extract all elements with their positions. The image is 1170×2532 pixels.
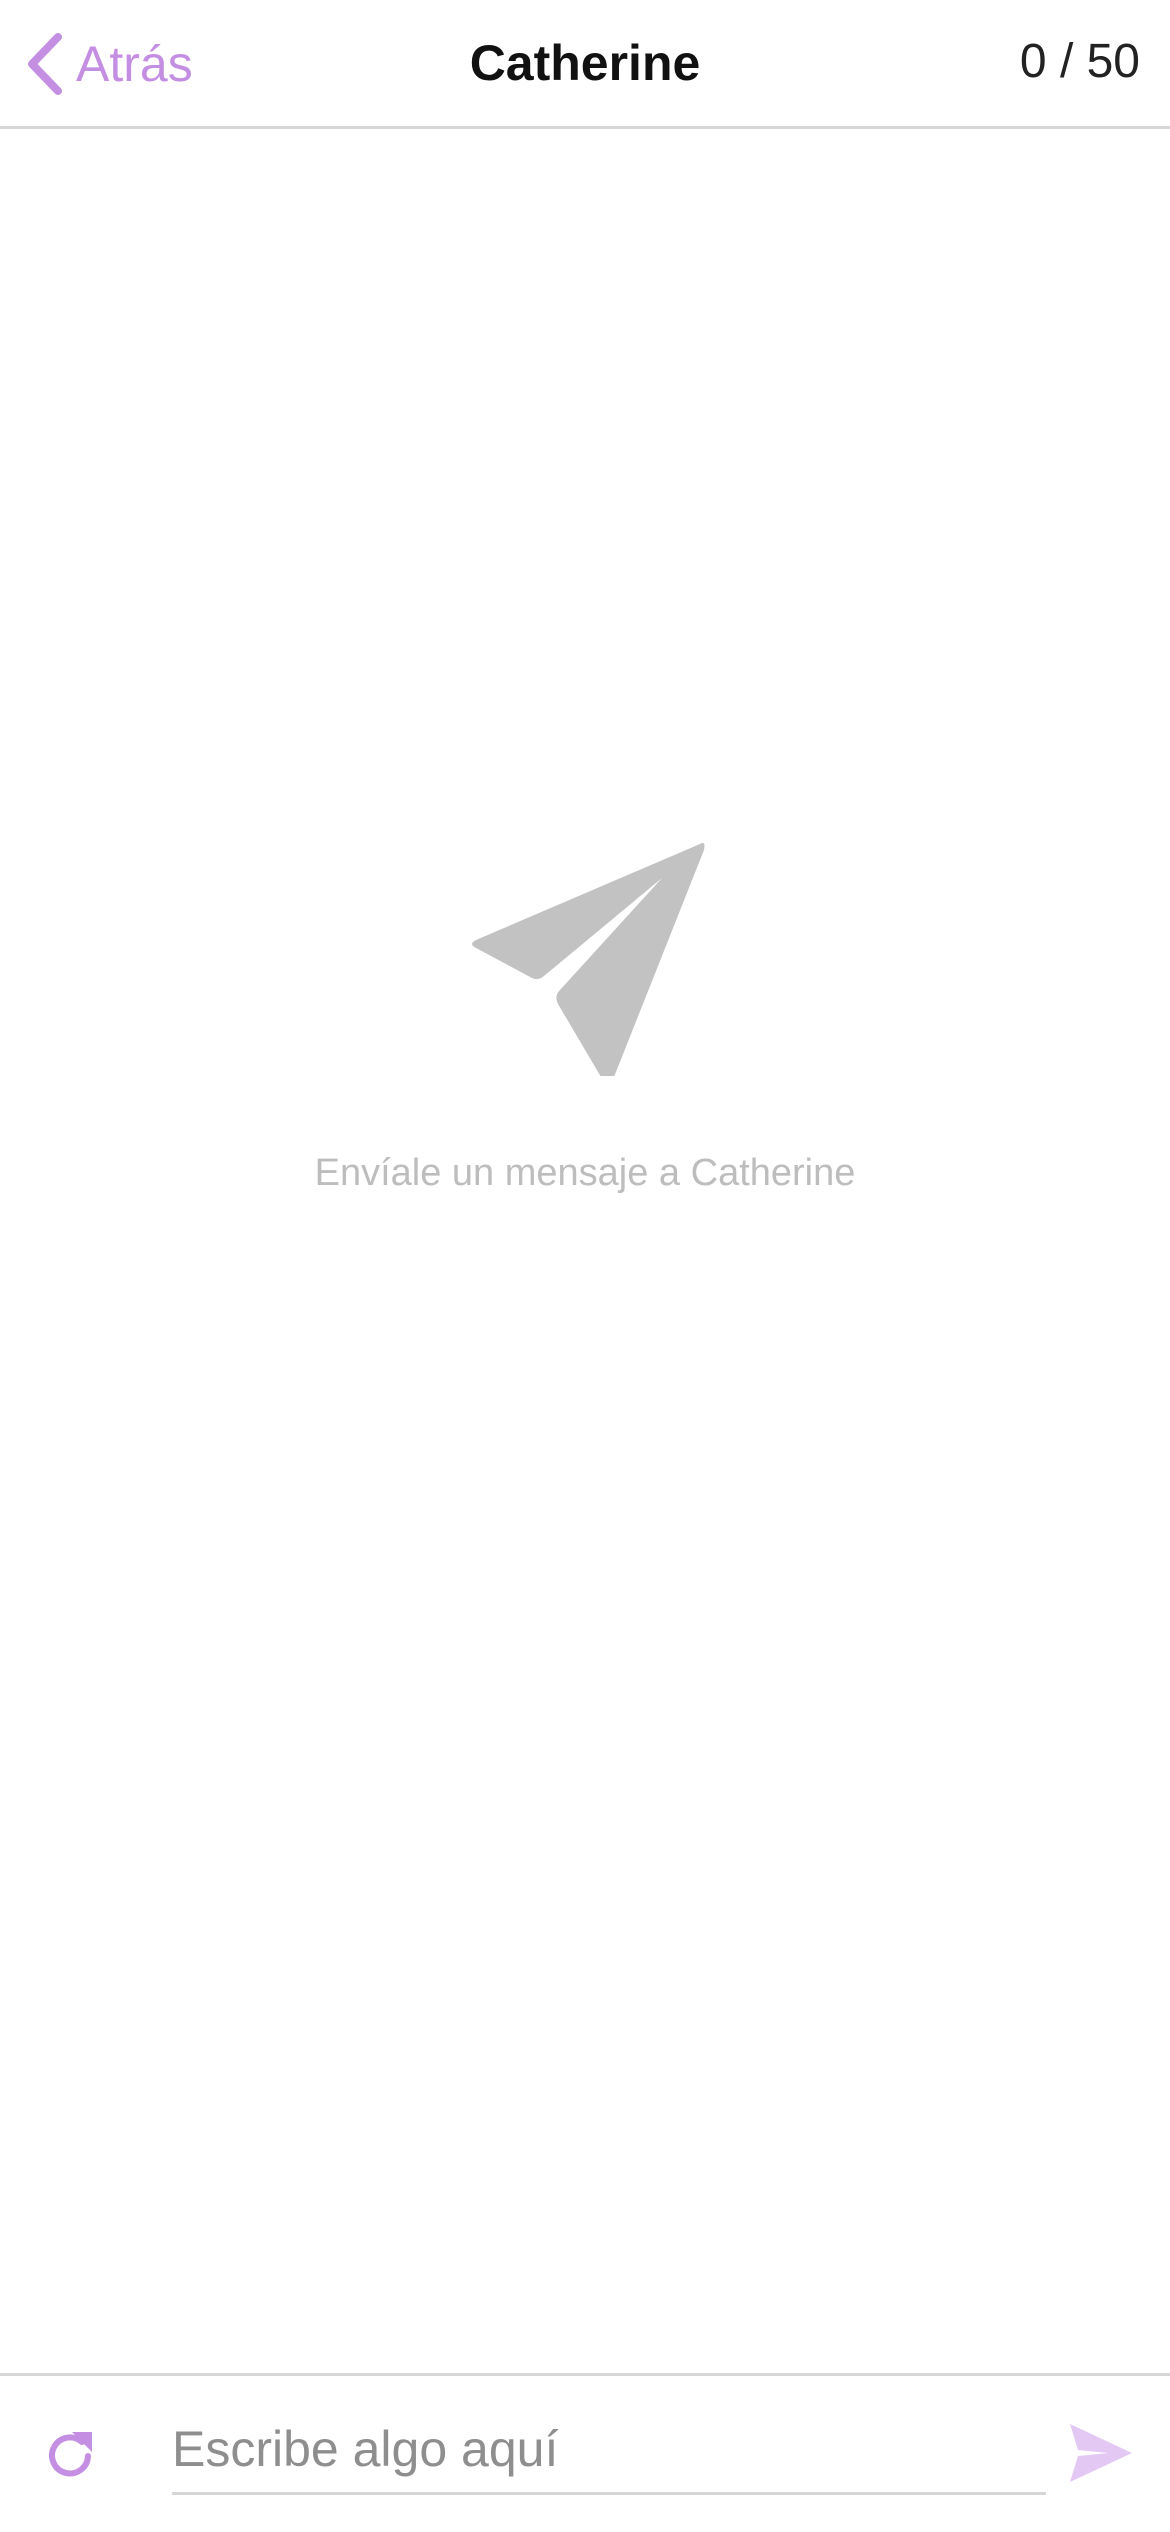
message-input[interactable] [172,2406,1046,2495]
page-title: Catherine [469,35,701,91]
paper-plane-icon [472,842,705,1076]
message-composer [0,2373,1170,2532]
message-counter: 0 / 50 [1019,35,1140,88]
send-icon[interactable] [1068,2418,1134,2488]
refresh-icon[interactable] [40,2426,100,2486]
nav-header: Atrás Catherine 0 / 50 [0,0,1170,129]
empty-state-message: Envíale un mensaje a Catherine [314,1152,856,1194]
